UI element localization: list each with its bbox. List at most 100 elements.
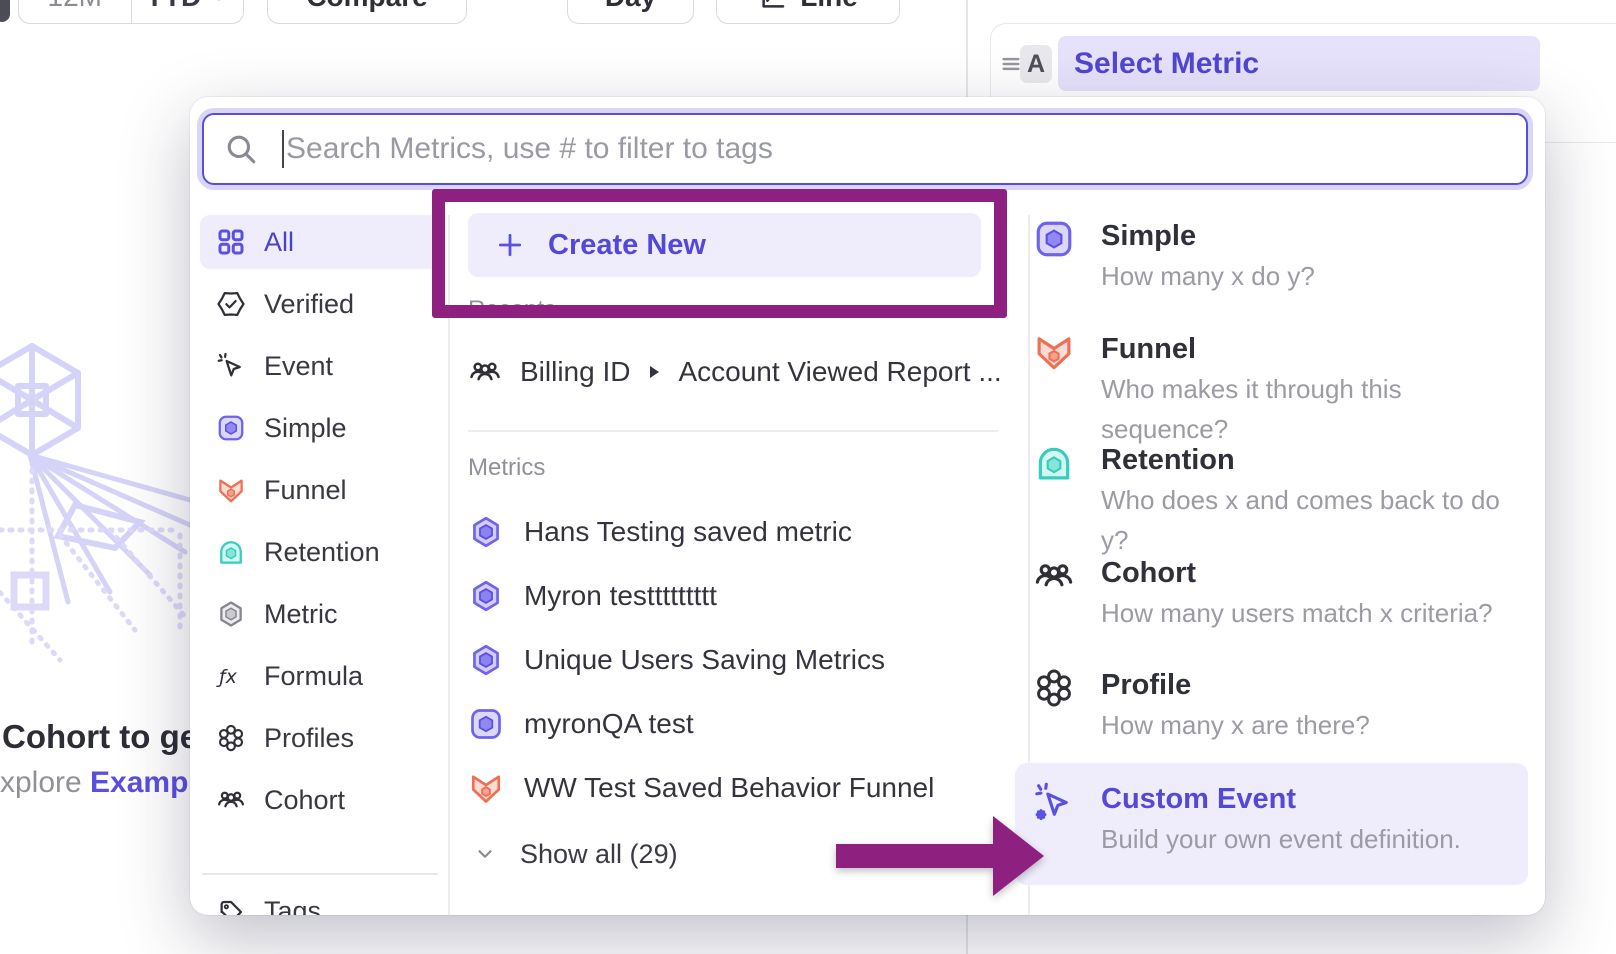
metric-item-name: Myron testtttttttt	[524, 580, 717, 612]
sidebar-item-formula[interactable]: ƒx Formula	[200, 649, 440, 703]
explore-prefix: xplore	[0, 766, 90, 799]
sidebar-item-retention[interactable]: Retention	[200, 525, 440, 579]
type-row-custom-event[interactable]: Custom Event Build your own event defini…	[1015, 763, 1528, 885]
sidebar-item-label: Simple	[264, 413, 347, 444]
sidebar-section-divider	[202, 873, 438, 875]
range-12m-label: 12M	[48, 0, 102, 13]
type-title: Profile	[1101, 665, 1370, 705]
sidebar-item-label: Metric	[264, 599, 338, 630]
type-row-simple[interactable]: Simple How many x do y?	[1015, 208, 1528, 312]
simple-icon	[216, 413, 246, 443]
clause-a-badge: A	[1020, 45, 1052, 83]
profiles-icon	[216, 723, 246, 753]
line-chart-type-button[interactable]: Line	[716, 0, 900, 24]
verified-icon	[216, 289, 246, 319]
type-title: Retention	[1101, 440, 1528, 480]
metric-item-name: myronQA test	[524, 708, 694, 740]
sidebar-item-cohort[interactable]: Cohort	[200, 773, 440, 827]
metric-search-box	[202, 113, 1528, 185]
compare-label: Compare	[306, 0, 427, 13]
recent-item-target: Account Viewed Report ...	[678, 356, 1001, 388]
sidebar-item-label: Cohort	[264, 785, 345, 816]
retention-icon	[216, 537, 246, 567]
metric-list-item[interactable]: Hans Testing saved metric	[468, 507, 852, 557]
type-desc: How many x do y?	[1101, 256, 1315, 296]
sidebar-item-event[interactable]: Event	[200, 339, 440, 393]
show-all-button[interactable]: Show all (29)	[474, 837, 678, 871]
sidebar-item-simple[interactable]: Simple	[200, 401, 440, 455]
metric-list-item[interactable]: myronQA test	[468, 699, 694, 749]
screen: 12M YTD Compare Day Line A Select Metric	[0, 0, 1616, 954]
annotation-highlight-rectangle	[432, 189, 1007, 318]
sidebar-item-label: Retention	[264, 537, 380, 568]
cohort-icon	[468, 355, 502, 389]
day-button[interactable]: Day	[567, 0, 694, 24]
show-all-label: Show all (29)	[520, 839, 678, 870]
sidebar-item-verified[interactable]: Verified	[200, 277, 440, 331]
recents-metrics-divider	[468, 430, 998, 432]
type-desc: Build your own event definition.	[1101, 819, 1461, 859]
metric-list-item[interactable]: WW Test Saved Behavior Funnel	[468, 763, 934, 813]
search-icon	[224, 132, 258, 166]
compare-button[interactable]: Compare	[267, 0, 467, 24]
annotation-arrow	[836, 808, 1046, 904]
metric-icon	[216, 599, 246, 629]
date-range-segmented-control: 12M YTD	[18, 0, 244, 24]
cohort-icon	[1033, 555, 1075, 597]
tag-icon	[216, 897, 246, 916]
type-title: Cohort	[1101, 553, 1493, 593]
select-metric-label: Select Metric	[1074, 47, 1259, 81]
range-ytd-button[interactable]: YTD	[132, 0, 244, 23]
filter-sidebar: All Verified Event Simple Funnel Retenti…	[200, 215, 440, 915]
type-row-retention[interactable]: Retention Who does x and comes back to d…	[1015, 432, 1528, 536]
metric-hex-icon	[468, 578, 504, 614]
metric-list-item[interactable]: Myron testtttttttt	[468, 571, 717, 621]
sidebar-item-all[interactable]: All	[200, 215, 440, 269]
sidebar-item-label: Funnel	[264, 475, 347, 506]
metrics-heading: Metrics	[468, 454, 545, 482]
sidebar-item-label: Profiles	[264, 723, 354, 754]
empty-state-title-partial: Cohort to ge	[2, 718, 198, 756]
metric-item-name: WW Test Saved Behavior Funnel	[524, 772, 934, 804]
line-label: Line	[800, 0, 858, 13]
range-12m-button[interactable]: 12M	[19, 0, 132, 23]
metric-list-item[interactable]: Unique Users Saving Metrics	[468, 635, 885, 685]
sidebar-item-tags-partial[interactable]: Tags	[200, 885, 440, 916]
range-ytd-label: YTD	[145, 0, 201, 13]
metric-item-name: Unique Users Saving Metrics	[524, 644, 885, 676]
text-cursor	[282, 130, 284, 168]
svg-text:ƒx: ƒx	[216, 667, 238, 688]
recent-item-source: Billing ID	[520, 356, 630, 388]
event-icon	[216, 351, 246, 381]
type-desc: How many x are there?	[1101, 705, 1370, 745]
metric-item-name: Hans Testing saved metric	[524, 516, 852, 548]
recent-item-billing[interactable]: Billing ID Account Viewed Report ...	[468, 349, 1002, 395]
cohort-icon	[216, 785, 246, 815]
search-input[interactable]	[286, 132, 1506, 166]
funnel-icon	[468, 770, 504, 806]
sidebar-item-funnel[interactable]: Funnel	[200, 463, 440, 517]
chevron-down-icon	[474, 843, 496, 865]
background-wireframe-illustration	[0, 330, 210, 770]
sidebar-item-label: Formula	[264, 661, 363, 692]
sidebar-item-label: All	[264, 227, 294, 258]
cut-off-left-control[interactable]	[0, 0, 10, 22]
type-row-profile[interactable]: Profile How many x are there?	[1015, 657, 1528, 761]
type-row-cohort[interactable]: Cohort How many users match x criteria?	[1015, 545, 1528, 649]
breadcrumb-arrow-icon	[648, 364, 660, 380]
line-chart-icon	[758, 0, 788, 12]
type-title: Simple	[1101, 216, 1315, 256]
type-title: Custom Event	[1101, 779, 1461, 819]
type-row-funnel[interactable]: Funnel Who makes it through this sequenc…	[1015, 321, 1528, 425]
select-metric-button[interactable]: Select Metric	[1058, 36, 1540, 91]
grid-icon	[216, 227, 246, 257]
type-title: Funnel	[1101, 329, 1528, 369]
funnel-icon	[1033, 331, 1075, 373]
sidebar-item-profiles[interactable]: Profiles	[200, 711, 440, 765]
sidebar-item-metric[interactable]: Metric	[200, 587, 440, 641]
profiles-icon	[1033, 667, 1075, 709]
sidebar-item-label: Verified	[264, 289, 354, 320]
day-label: Day	[605, 0, 656, 13]
drag-handle-icon[interactable]	[1000, 53, 1022, 75]
metric-hex-icon	[468, 514, 504, 550]
